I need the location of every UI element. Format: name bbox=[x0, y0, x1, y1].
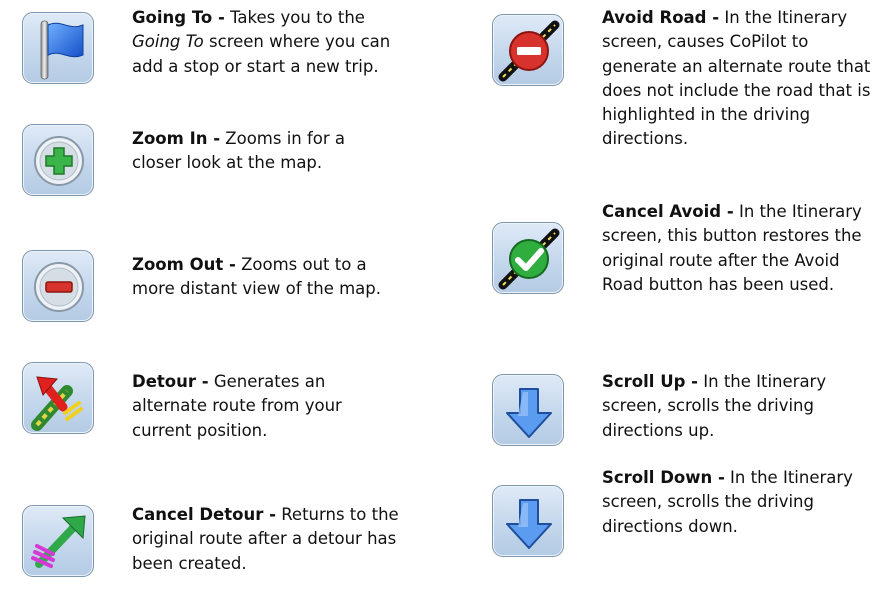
zoom-in-plus-icon[interactable] bbox=[22, 124, 94, 196]
avoid-road-icon[interactable] bbox=[492, 14, 564, 86]
zoom-out-minus-icon[interactable] bbox=[22, 250, 94, 322]
scroll-down-title: Scroll Down - bbox=[602, 468, 725, 487]
avoid-road-title: Avoid Road - bbox=[602, 8, 720, 27]
zoom-in-title: Zoom In - bbox=[132, 129, 221, 148]
blue-flag-icon[interactable] bbox=[22, 12, 94, 84]
cancel-avoid-title: Cancel Avoid - bbox=[602, 202, 734, 221]
going-to-description: Going To - Takes you to the Going To scr… bbox=[132, 8, 391, 76]
detour-arrow-icon[interactable] bbox=[22, 362, 94, 434]
cancel-detour-title: Cancel Detour - bbox=[132, 505, 276, 524]
scroll-down-description: Scroll Down - In the Itinerary screen, s… bbox=[602, 468, 853, 536]
zoom-out-description: Zoom Out - Zooms out to a more distant v… bbox=[132, 255, 382, 299]
cancel-detour-arrow-icon[interactable] bbox=[22, 505, 94, 577]
scroll-down-arrow-icon[interactable] bbox=[492, 485, 564, 557]
cancel-detour-description: Cancel Detour - Returns to the original … bbox=[132, 505, 399, 573]
scroll-up-title: Scroll Up - bbox=[602, 372, 698, 391]
detour-description: Detour - Generates an alternate route fr… bbox=[132, 372, 342, 440]
scroll-up-description: Scroll Up - In the Itinerary screen, scr… bbox=[602, 372, 827, 440]
going-to-title: Going To - bbox=[132, 8, 225, 27]
cancel-avoid-description: Cancel Avoid - In the Itinerary screen, … bbox=[602, 202, 862, 294]
avoid-road-description: Avoid Road - In the Itinerary screen, ca… bbox=[602, 8, 871, 149]
detour-title: Detour - bbox=[132, 372, 209, 391]
cancel-avoid-check-icon[interactable] bbox=[492, 222, 564, 294]
zoom-out-title: Zoom Out - bbox=[132, 255, 236, 274]
going-to-term: Going To bbox=[132, 32, 204, 52]
scroll-up-arrow-icon[interactable] bbox=[492, 374, 564, 446]
zoom-in-description: Zoom In - Zooms in for a closer look at … bbox=[132, 129, 346, 173]
